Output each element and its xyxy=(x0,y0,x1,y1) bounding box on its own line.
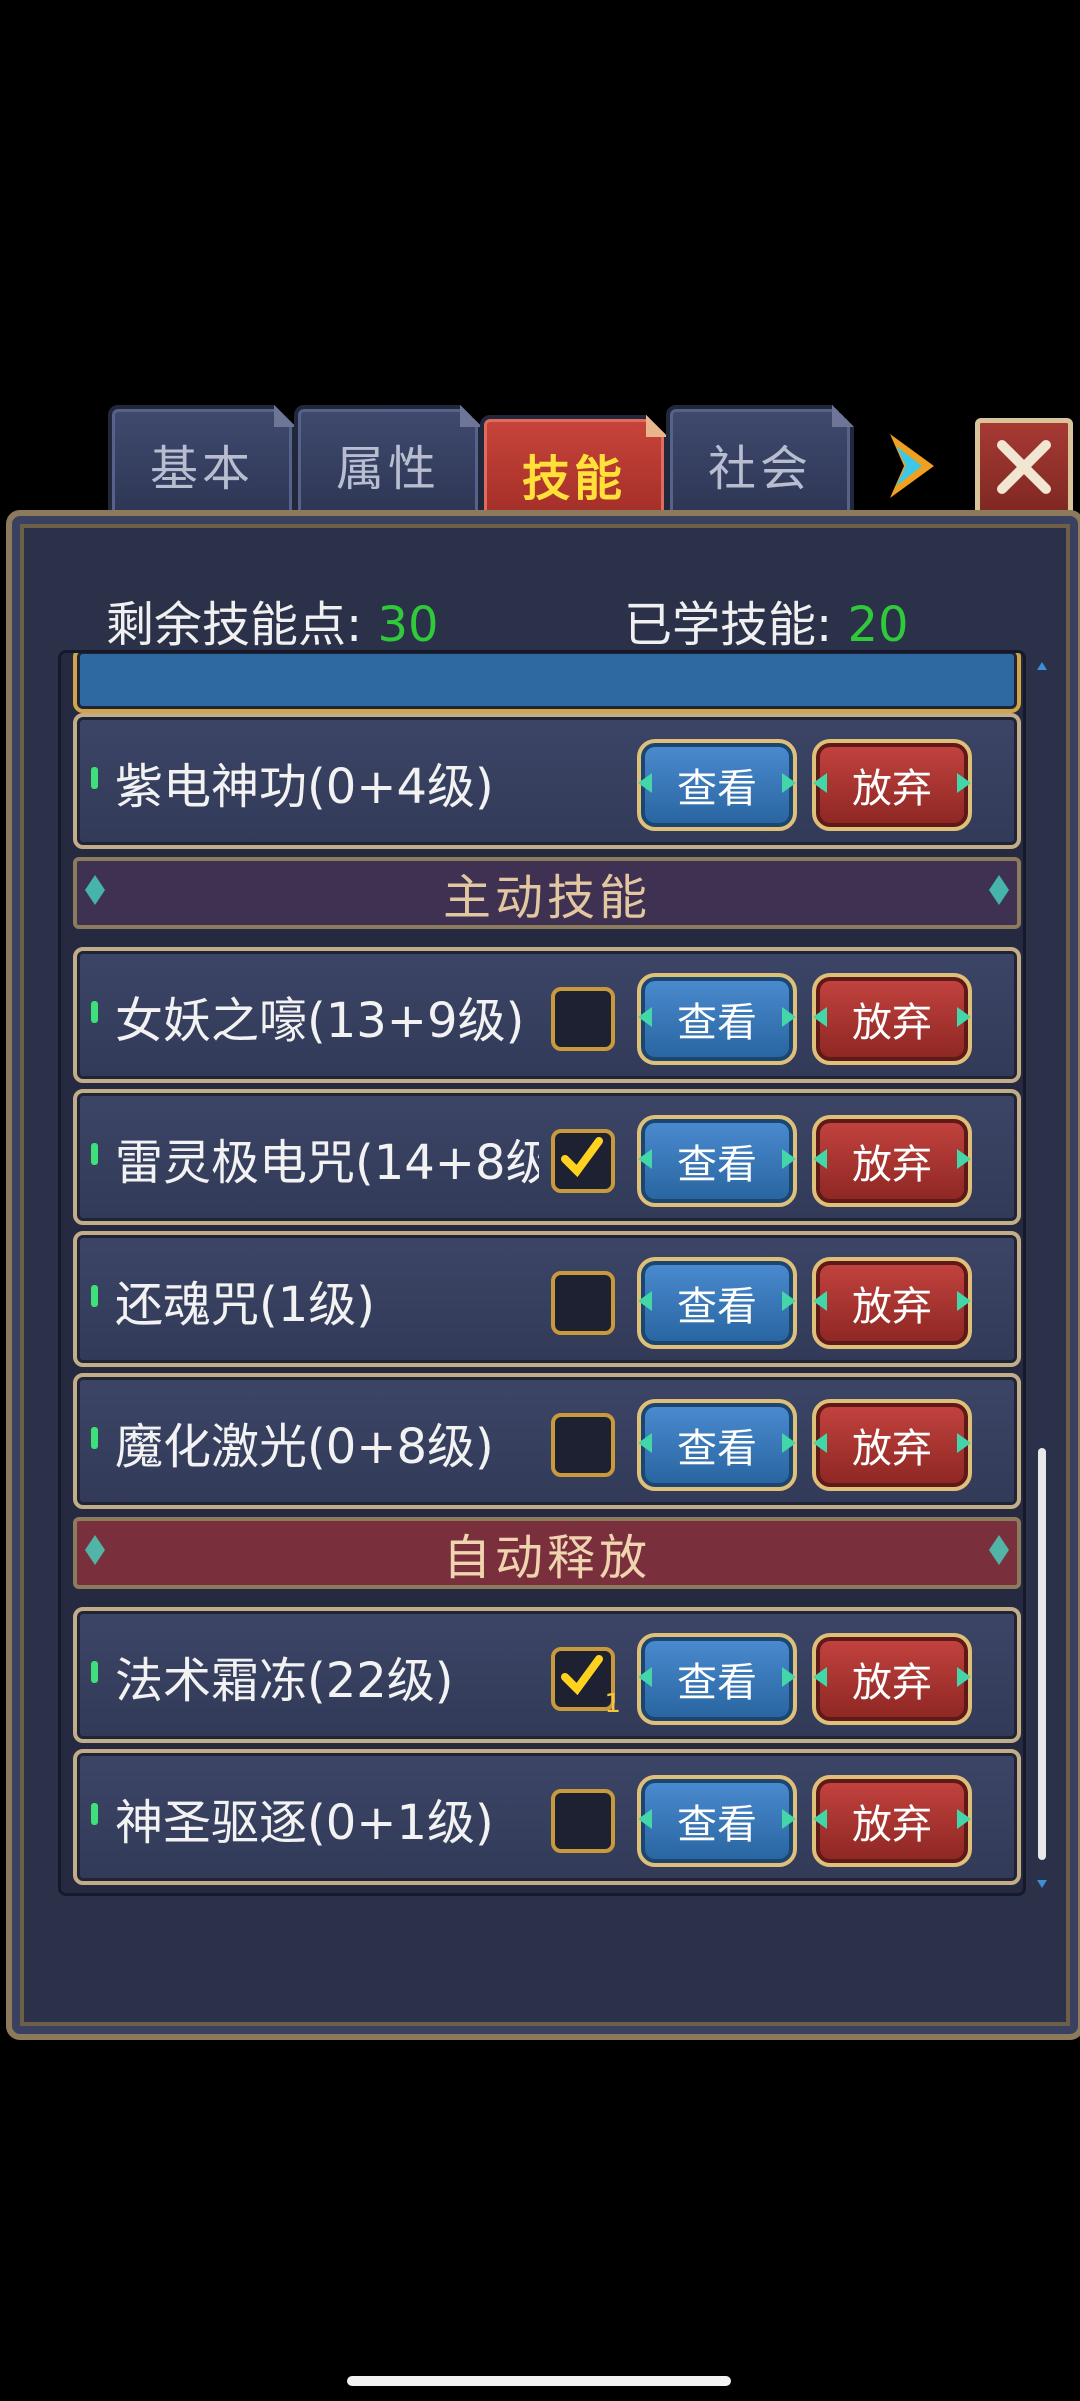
view-button[interactable]: 查看 xyxy=(637,1633,797,1725)
learned-skills-value: 20 xyxy=(847,597,909,653)
skill-indicator xyxy=(91,1001,98,1023)
drop-button[interactable]: 放弃 xyxy=(812,1633,972,1725)
drop-button[interactable]: 放弃 xyxy=(812,739,972,831)
view-button[interactable]: 查看 xyxy=(637,1399,797,1491)
arrow-right-icon[interactable] xyxy=(882,430,942,502)
drop-button[interactable]: 放弃 xyxy=(812,1775,972,1867)
section-auto-title: 自动释放 xyxy=(442,1530,651,1586)
view-button[interactable]: 查看 xyxy=(637,739,797,831)
auto-cast-checkbox[interactable] xyxy=(551,1413,615,1477)
tab-attributes-label: 属性 xyxy=(335,441,440,497)
section-active-skills: 主动技能 xyxy=(73,857,1021,929)
tab-attributes[interactable]: 属性 xyxy=(294,405,482,523)
drop-button[interactable]: 放弃 xyxy=(812,1115,972,1207)
skill-list[interactable]: 紫电神功(0+4级) 查看 放弃 主动技能 女妖之嚎(13+9级) 查看 放弃 … xyxy=(58,650,1026,1896)
skill-indicator xyxy=(91,1427,98,1449)
skill-indicator xyxy=(91,1661,98,1683)
checkmark-icon xyxy=(561,1137,603,1178)
skill-name: 紫电神功(0+4级) xyxy=(115,759,494,815)
section-auto-cast: 自动释放 xyxy=(73,1517,1021,1589)
auto-cast-checkbox[interactable] xyxy=(551,987,615,1051)
skill-indicator xyxy=(91,1803,98,1825)
skill-row: 还魂咒(1级) 查看 放弃 xyxy=(73,1231,1021,1367)
skill-name: 魔化激光(0+8级) xyxy=(115,1419,494,1475)
learned-skills-label: 已学技能: xyxy=(624,597,833,653)
diamond-icon xyxy=(989,1535,1009,1565)
skill-row: 神圣驱逐(0+1级) 查看 放弃 xyxy=(73,1749,1021,1885)
diamond-icon xyxy=(85,1535,105,1565)
remaining-points-value: 30 xyxy=(377,597,439,653)
skill-row: 法术霜冻(22级) 1 查看 放弃 xyxy=(73,1607,1021,1743)
tab-social[interactable]: 社会 xyxy=(666,405,854,523)
skill-name: 女妖之嚎(13+9级) xyxy=(115,993,525,1049)
section-active-title: 主动技能 xyxy=(442,870,651,926)
tab-basic-label: 基本 xyxy=(149,441,254,497)
skill-name: 还魂咒(1级) xyxy=(115,1277,375,1333)
skill-name: 法术霜冻(22级) xyxy=(115,1653,454,1709)
skill-indicator xyxy=(91,1143,98,1165)
tab-social-label: 社会 xyxy=(707,441,812,497)
drop-button[interactable]: 放弃 xyxy=(812,1257,972,1349)
skill-row: 雷灵极电咒(14+8级) 查看 放弃 xyxy=(73,1089,1021,1225)
view-button[interactable]: 查看 xyxy=(637,1115,797,1207)
remaining-points-label: 剩余技能点: xyxy=(106,597,363,653)
drop-button[interactable]: 放弃 xyxy=(812,1399,972,1491)
close-icon xyxy=(997,440,1051,494)
skill-row: 紫电神功(0+4级) 查看 放弃 xyxy=(73,713,1021,849)
scrollbar-thumb[interactable] xyxy=(1038,1448,1046,1860)
close-button[interactable] xyxy=(975,418,1073,518)
auto-cast-checkbox[interactable] xyxy=(551,1789,615,1853)
skill-indicator xyxy=(91,1285,98,1307)
skill-row-partial xyxy=(73,653,1021,713)
view-button[interactable]: 查看 xyxy=(637,1775,797,1867)
tab-basic[interactable]: 基本 xyxy=(108,405,296,523)
skill-row: 女妖之嚎(13+9级) 查看 放弃 xyxy=(73,947,1021,1083)
drop-button[interactable]: 放弃 xyxy=(812,973,972,1065)
learned-skills: 已学技能: 20 xyxy=(624,585,909,655)
auto-cast-checkbox[interactable]: 1 xyxy=(551,1647,621,1719)
skill-indicator xyxy=(91,767,98,789)
diamond-icon xyxy=(989,875,1009,905)
remaining-points: 剩余技能点: 30 xyxy=(106,585,439,655)
diamond-icon xyxy=(85,875,105,905)
skill-name: 神圣驱逐(0+1级) xyxy=(115,1795,494,1851)
checkmark-icon xyxy=(561,1655,603,1696)
skill-name: 雷灵极电咒(14+8级) xyxy=(115,1135,539,1191)
checkbox-badge: 1 xyxy=(604,1689,621,1719)
view-button[interactable]: 查看 xyxy=(637,1257,797,1349)
auto-cast-checkbox[interactable] xyxy=(551,1129,615,1193)
auto-cast-checkbox[interactable] xyxy=(551,1271,615,1335)
home-indicator[interactable] xyxy=(347,2376,731,2386)
skill-row: 魔化激光(0+8级) 查看 放弃 xyxy=(73,1373,1021,1509)
view-button[interactable]: 查看 xyxy=(637,973,797,1065)
tab-skills-label: 技能 xyxy=(521,451,626,507)
